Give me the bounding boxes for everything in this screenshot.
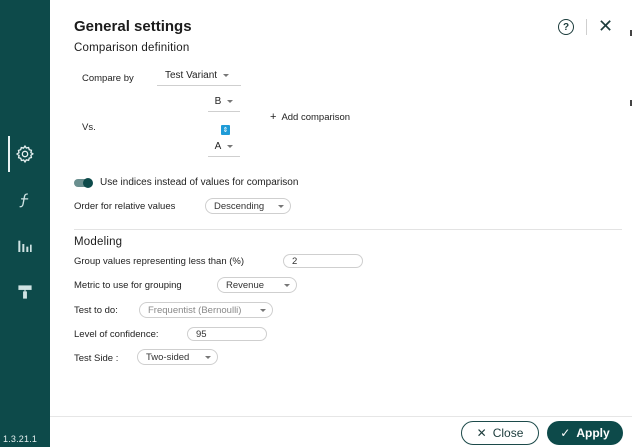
sidebar: 1.3.21.1 [0,0,50,447]
order-label: Order for relative values [74,201,176,212]
second-value-select[interactable]: A [208,141,240,157]
close-button[interactable]: ✕ Close [461,421,539,445]
function-icon [19,193,29,208]
paint-roller-icon [18,285,32,299]
section-divider [74,229,622,230]
order-select[interactable]: Descending [205,198,291,214]
chevron-down-icon [260,309,266,312]
chevron-down-icon [278,205,284,208]
footer-divider [50,416,632,417]
vs-label: Vs. [82,122,96,133]
checkmark-icon: ✓ [560,426,571,440]
test-side-label: Test Side : [74,353,119,364]
section-title-modeling: Modeling [74,236,123,248]
section-title-comparison: Comparison definition [74,42,190,54]
gear-icon [15,144,35,164]
use-indices-label: Use indices instead of values for compar… [100,177,299,188]
metric-grouping-select[interactable]: Revenue [217,277,297,293]
compare-by-select[interactable]: Test Variant [157,70,241,86]
bar-chart-icon [18,240,32,252]
sidebar-item-general-settings[interactable] [12,141,38,167]
sidebar-active-indicator [8,136,10,172]
close-icon: ✕ [476,426,487,440]
header-separator [586,19,587,35]
settings-panel: General settings ? ✕ Comparison definiti… [50,0,632,447]
help-icon: ? [562,21,570,33]
sidebar-item-styling[interactable] [12,279,38,305]
test-to-do-label: Test to do: [74,305,118,316]
close-icon: ✕ [598,16,614,36]
sidebar-item-charts[interactable] [12,233,38,259]
first-value-select[interactable]: B [208,96,240,112]
toggle-knob [83,177,93,188]
close-panel-button[interactable]: ✕ [598,16,613,36]
add-comparison-button[interactable]: + Add comparison [270,111,350,123]
confidence-input[interactable]: 95 [187,327,267,341]
sidebar-item-functions[interactable] [12,187,38,213]
chevron-down-icon [227,144,234,148]
page-title: General settings [74,18,192,35]
chevron-down-icon [205,356,211,359]
compare-by-label: Compare by [82,73,134,84]
help-button[interactable]: ? [558,19,574,35]
test-side-select[interactable]: Two-sided [137,349,218,365]
confidence-label: Level of confidence: [74,329,159,340]
chevron-down-icon [284,284,290,287]
apply-button[interactable]: ✓ Apply [547,421,623,445]
chevron-down-icon [223,73,230,77]
metric-grouping-label: Metric to use for grouping [74,280,182,291]
use-indices-toggle[interactable] [74,177,93,188]
swap-values-icon[interactable]: ⇕ [221,125,230,135]
plus-icon: + [270,111,277,123]
test-to-do-select[interactable]: Frequentist (Bernoulli) [139,302,273,318]
group-threshold-input[interactable]: 2 [283,254,363,268]
version-label: 1.3.21.1 [3,434,38,444]
group-threshold-label: Group values representing less than (%) [74,256,245,267]
chevron-down-icon [227,99,234,103]
